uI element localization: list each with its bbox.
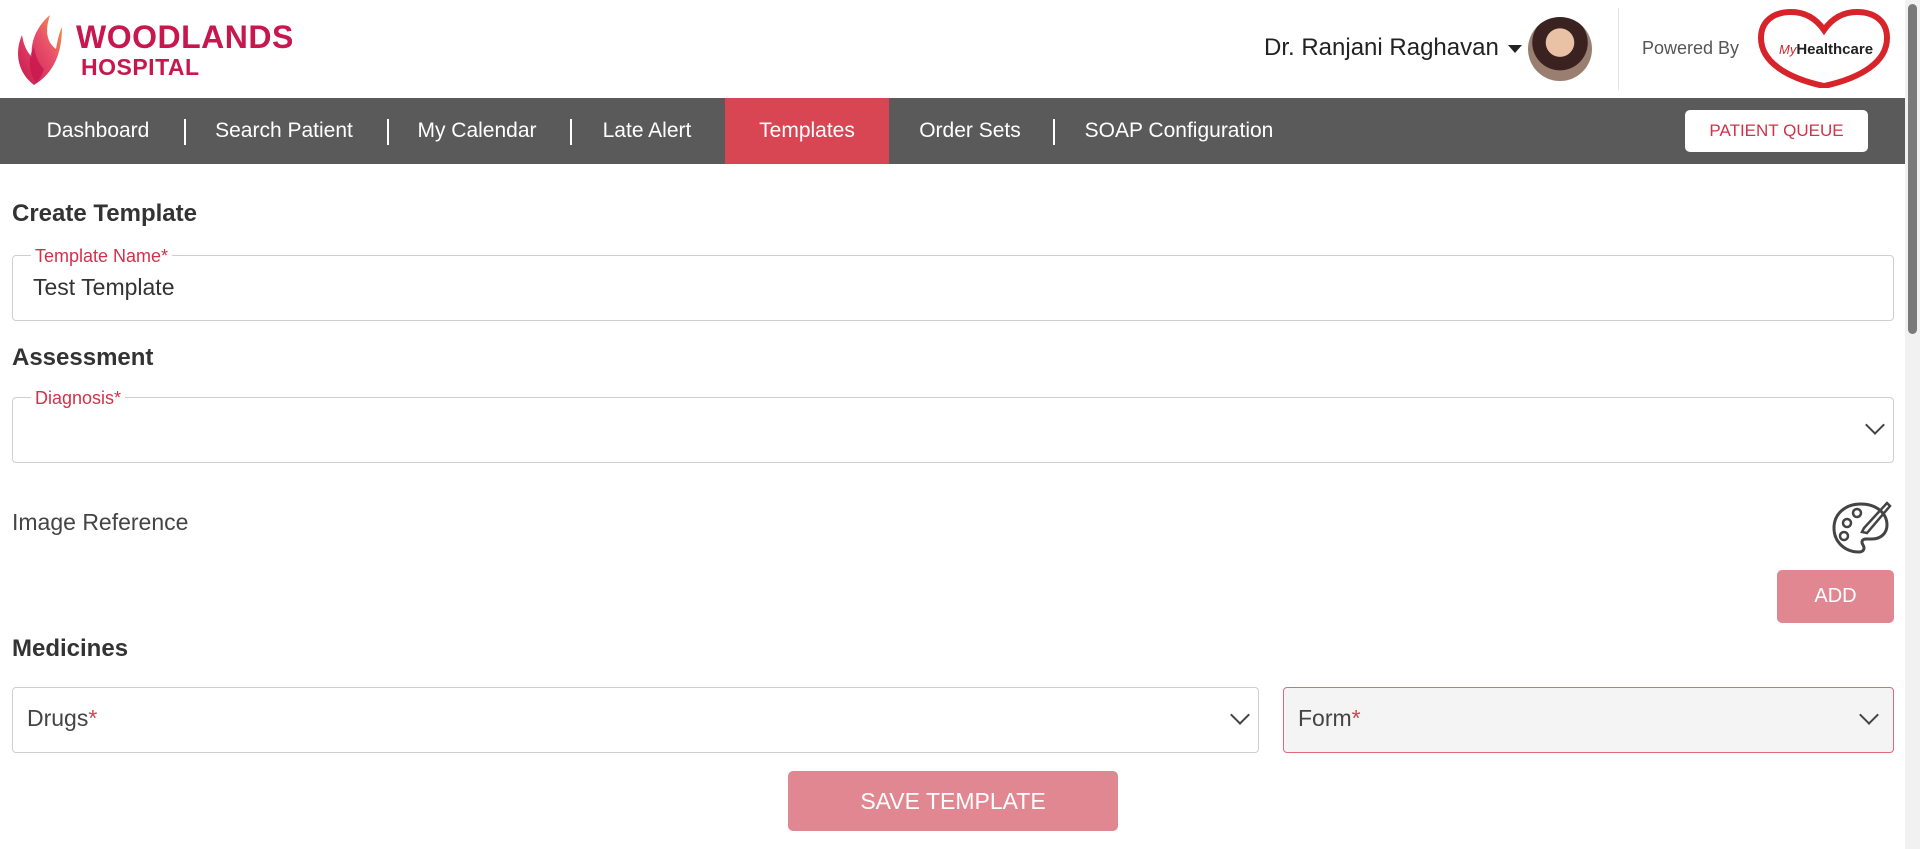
nav-item-order-sets[interactable]: Order Sets — [902, 98, 1038, 164]
template-name-value[interactable]: Test Template — [33, 274, 174, 301]
woodlands-logo[interactable]: WOODLANDS HOSPITAL — [14, 12, 294, 87]
powered-by-label: Powered By — [1642, 38, 1740, 58]
nav-separator — [570, 119, 572, 145]
nav-separator — [387, 119, 389, 145]
main-nav: Dashboard Search Patient My Calendar Lat… — [0, 98, 1905, 164]
caret-down-icon — [1507, 45, 1522, 53]
header-divider — [1618, 8, 1619, 90]
drugs-select[interactable]: Drugs* — [12, 687, 1259, 753]
user-menu[interactable]: Dr. Ranjani Raghavan — [1264, 15, 1522, 81]
assessment-heading: Assessment — [12, 344, 154, 371]
chevron-down-icon — [1230, 705, 1250, 725]
user-name: Dr. Ranjani Raghavan — [1264, 34, 1499, 61]
patient-queue-button[interactable]: PATIENT QUEUE — [1685, 110, 1868, 152]
nav-item-late-alert[interactable]: Late Alert — [582, 98, 712, 164]
template-name-field[interactable]: Template Name* Test Template — [12, 246, 1894, 321]
scrollbar-thumb[interactable] — [1908, 4, 1917, 334]
vertical-scrollbar[interactable] — [1905, 0, 1920, 849]
nav-item-dashboard[interactable]: Dashboard — [20, 98, 176, 164]
nav-item-search-patient[interactable]: Search Patient — [195, 98, 373, 164]
add-image-button[interactable]: ADD — [1777, 570, 1894, 623]
nav-separator — [184, 119, 186, 145]
form-select[interactable]: Form* — [1283, 687, 1894, 753]
nav-item-templates[interactable]: Templates — [725, 98, 889, 164]
save-template-button[interactable]: SAVE TEMPLATE — [788, 771, 1118, 831]
nav-item-my-calendar[interactable]: My Calendar — [399, 98, 555, 164]
image-reference-label: Image Reference — [12, 509, 189, 535]
template-name-label: Template Name* — [31, 246, 173, 267]
nav-item-soap-configuration[interactable]: SOAP Configuration — [1066, 98, 1292, 164]
medicines-heading: Medicines — [12, 635, 129, 662]
app-header: WOODLANDS HOSPITAL Dr. Ranjani Raghavan … — [0, 0, 1905, 98]
logo-subtitle: HOSPITAL — [81, 53, 200, 80]
nav-separator — [1053, 119, 1055, 145]
myhealthcare-logo-text: MyHealthcare — [1779, 41, 1874, 58]
flame-logo-icon — [18, 14, 62, 85]
form-label: Form* — [1298, 705, 1361, 731]
palette-brush-icon[interactable] — [1831, 500, 1893, 556]
diagnosis-label: Diagnosis* — [31, 388, 126, 409]
drugs-label: Drugs* — [27, 705, 98, 731]
avatar[interactable] — [1528, 17, 1592, 81]
chevron-down-icon — [1859, 705, 1879, 725]
diagnosis-select[interactable]: Diagnosis* — [12, 388, 1894, 463]
page-title: Create Template — [12, 200, 197, 227]
chevron-down-icon — [1865, 415, 1885, 435]
logo-title: WOODLANDS — [76, 18, 294, 55]
